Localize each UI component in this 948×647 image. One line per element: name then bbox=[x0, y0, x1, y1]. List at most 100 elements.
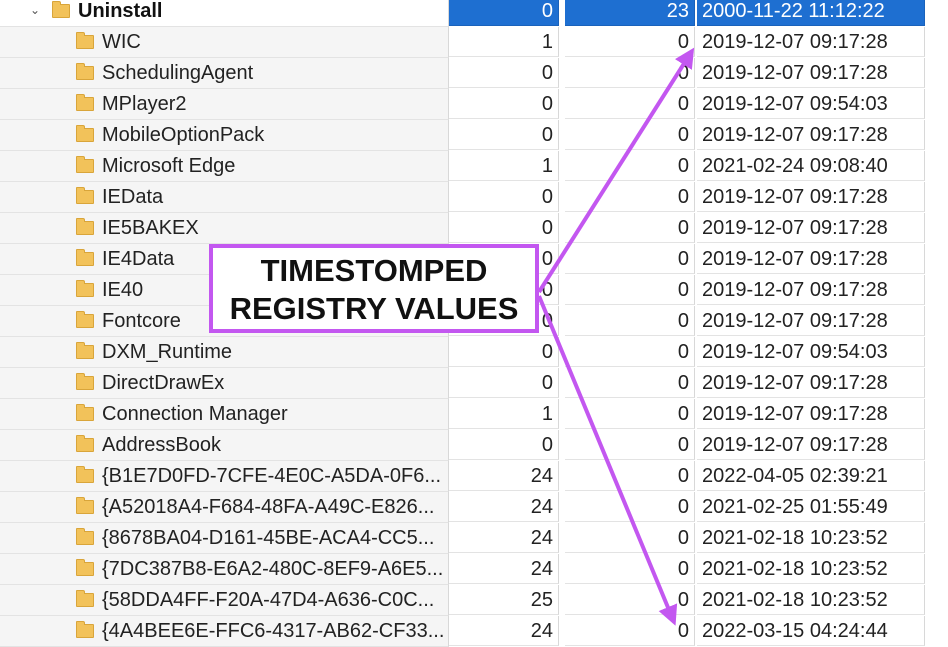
key-name-cell[interactable]: ⌄ Uninstall bbox=[0, 0, 449, 27]
chevron-down-icon[interactable]: ⌄ bbox=[30, 3, 40, 17]
key-name-cell[interactable]: {A52018A4-F684-48FA-A49C-E826... bbox=[0, 492, 449, 523]
key-name: {8678BA04-D161-45BE-ACA4-CC5... bbox=[102, 527, 435, 549]
tree-row[interactable]: SchedulingAgent 0 0 2019-12-07 09:17:28 bbox=[0, 58, 948, 89]
key-name-cell[interactable]: {7DC387B8-E6A2-480C-8EF9-A6E5... bbox=[0, 554, 449, 585]
value-count: 0 bbox=[565, 461, 695, 491]
annotation-callout: TIMESTOMPED REGISTRY VALUES bbox=[209, 244, 539, 333]
folder-icon bbox=[76, 156, 94, 173]
subkey-count: 25 bbox=[449, 585, 559, 615]
last-write-time: 2019-12-07 09:17:28 bbox=[697, 120, 925, 150]
key-name-cell[interactable]: DXM_Runtime bbox=[0, 337, 449, 368]
subkey-count: 24 bbox=[449, 461, 559, 491]
last-write-time: 2019-12-07 09:17:28 bbox=[697, 213, 925, 243]
key-name-cell[interactable]: {4A4BEE6E-FFC6-4317-AB62-CF33... bbox=[0, 616, 449, 647]
key-name: {B1E7D0FD-7CFE-4E0C-A5DA-0F6... bbox=[102, 465, 442, 487]
key-name: DXM_Runtime bbox=[102, 341, 233, 363]
value-count: 0 bbox=[565, 244, 695, 274]
subkey-count: 24 bbox=[449, 523, 559, 553]
key-name: Uninstall bbox=[78, 0, 163, 22]
last-write-time: 2019-12-07 09:17:28 bbox=[697, 27, 925, 57]
last-write-time: 2019-12-07 09:54:03 bbox=[697, 89, 925, 119]
folder-icon bbox=[76, 63, 94, 80]
tree-row[interactable]: {A52018A4-F684-48FA-A49C-E826... 24 0 2021-… bbox=[0, 492, 948, 523]
tree-row[interactable]: AddressBook 0 0 2019-12-07 09:17:28 bbox=[0, 430, 948, 461]
key-name: IEData bbox=[102, 186, 164, 208]
tree-row[interactable]: IEData 0 0 2019-12-07 09:17:28 bbox=[0, 182, 948, 213]
key-name: SchedulingAgent bbox=[102, 62, 254, 84]
key-name: IE40 bbox=[102, 279, 144, 301]
tree-row[interactable]: {58DDA4FF-F20A-47D4-A636-C0C... 25 0 2021-0… bbox=[0, 585, 948, 616]
tree-row[interactable]: Microsoft Edge 1 0 2021-02-24 09:08:40 bbox=[0, 151, 948, 182]
folder-icon bbox=[76, 621, 94, 638]
tree-row-selected[interactable]: ⌄ Uninstall 0 23 2000-11-22 11:12:22 bbox=[0, 0, 948, 27]
tree-row[interactable]: {8678BA04-D161-45BE-ACA4-CC5... 24 0 2021-0… bbox=[0, 523, 948, 554]
tree-row[interactable]: MPlayer2 0 0 2019-12-07 09:54:03 bbox=[0, 89, 948, 120]
last-write-time: 2021-02-25 01:55:49 bbox=[697, 492, 925, 522]
folder-icon bbox=[76, 373, 94, 390]
tree-row[interactable]: MobileOptionPack 0 0 2019-12-07 09:17:28 bbox=[0, 120, 948, 151]
last-write-time: 2022-04-05 02:39:21 bbox=[697, 461, 925, 491]
key-name: Fontcore bbox=[102, 310, 181, 332]
tree-row[interactable]: DXM_Runtime 0 0 2019-12-07 09:54:03 bbox=[0, 337, 948, 368]
subkey-count: 24 bbox=[449, 554, 559, 584]
folder-icon bbox=[76, 218, 94, 235]
value-count: 0 bbox=[565, 554, 695, 584]
value-count: 23 bbox=[565, 0, 695, 26]
tree-row[interactable]: WIC 1 0 2019-12-07 09:17:28 bbox=[0, 27, 948, 58]
tree-row[interactable]: {B1E7D0FD-7CFE-4E0C-A5DA-0F6... 24 0 2022-0… bbox=[0, 461, 948, 492]
key-name-cell[interactable]: IE5BAKEX bbox=[0, 213, 449, 244]
folder-icon bbox=[76, 280, 94, 297]
tree-row[interactable]: {7DC387B8-E6A2-480C-8EF9-A6E5... 24 0 2021-… bbox=[0, 554, 948, 585]
key-name-cell[interactable]: DirectDrawEx bbox=[0, 368, 449, 399]
subkey-count: 0 bbox=[449, 430, 559, 460]
subkey-count: 24 bbox=[449, 492, 559, 522]
tree-row[interactable]: {4A4BEE6E-FFC6-4317-AB62-CF33... 24 0 2022-… bbox=[0, 616, 948, 647]
key-name-cell[interactable]: SchedulingAgent bbox=[0, 58, 449, 89]
key-name-cell[interactable]: {58DDA4FF-F20A-47D4-A636-C0C... bbox=[0, 585, 449, 616]
subkey-count: 1 bbox=[449, 399, 559, 429]
key-name-cell[interactable]: {B1E7D0FD-7CFE-4E0C-A5DA-0F6... bbox=[0, 461, 449, 492]
key-name: Connection Manager bbox=[102, 403, 288, 425]
key-name: {7DC387B8-E6A2-480C-8EF9-A6E5... bbox=[102, 558, 444, 580]
value-count: 0 bbox=[565, 492, 695, 522]
value-count: 0 bbox=[565, 182, 695, 212]
subkey-count: 0 bbox=[449, 120, 559, 150]
callout-line-2: REGISTRY VALUES bbox=[229, 291, 519, 326]
last-write-time: 2021-02-24 09:08:40 bbox=[697, 151, 925, 181]
subkey-count: 1 bbox=[449, 151, 559, 181]
folder-icon bbox=[76, 404, 94, 421]
folder-icon bbox=[76, 32, 94, 49]
key-name-cell[interactable]: MobileOptionPack bbox=[0, 120, 449, 151]
key-name-cell[interactable]: WIC bbox=[0, 27, 449, 58]
tree-row[interactable]: IE5BAKEX 0 0 2019-12-07 09:17:28 bbox=[0, 213, 948, 244]
last-write-time: 2022-03-15 04:24:44 bbox=[697, 616, 925, 646]
key-name: IE5BAKEX bbox=[102, 217, 199, 239]
key-name-cell[interactable]: IEData bbox=[0, 182, 449, 213]
folder-icon bbox=[76, 590, 94, 607]
key-name: IE4Data bbox=[102, 248, 175, 270]
tree-row[interactable]: DirectDrawEx 0 0 2019-12-07 09:17:28 bbox=[0, 368, 948, 399]
tree-row[interactable]: Connection Manager 1 0 2019-12-07 09:17:28 bbox=[0, 399, 948, 430]
last-write-time: 2019-12-07 09:17:28 bbox=[697, 306, 925, 336]
last-write-time: 2021-02-18 10:23:52 bbox=[697, 554, 925, 584]
key-name-cell[interactable]: Microsoft Edge bbox=[0, 151, 449, 182]
subkey-count: 0 bbox=[449, 0, 559, 26]
value-count: 0 bbox=[565, 213, 695, 243]
key-name-cell[interactable]: AddressBook bbox=[0, 430, 449, 461]
key-name-cell[interactable]: {8678BA04-D161-45BE-ACA4-CC5... bbox=[0, 523, 449, 554]
folder-icon bbox=[76, 559, 94, 576]
value-count: 0 bbox=[565, 58, 695, 88]
value-count: 0 bbox=[565, 151, 695, 181]
value-count: 0 bbox=[565, 585, 695, 615]
folder-icon bbox=[76, 528, 94, 545]
key-name-cell[interactable]: MPlayer2 bbox=[0, 89, 449, 120]
folder-icon bbox=[76, 342, 94, 359]
last-write-time: 2019-12-07 09:17:28 bbox=[697, 399, 925, 429]
key-name-cell[interactable]: Connection Manager bbox=[0, 399, 449, 430]
folder-icon bbox=[76, 435, 94, 452]
value-count: 0 bbox=[565, 27, 695, 57]
key-name: DirectDrawEx bbox=[102, 372, 225, 394]
folder-icon bbox=[76, 466, 94, 483]
folder-icon bbox=[76, 497, 94, 514]
key-name: {A52018A4-F684-48FA-A49C-E826... bbox=[102, 496, 435, 518]
